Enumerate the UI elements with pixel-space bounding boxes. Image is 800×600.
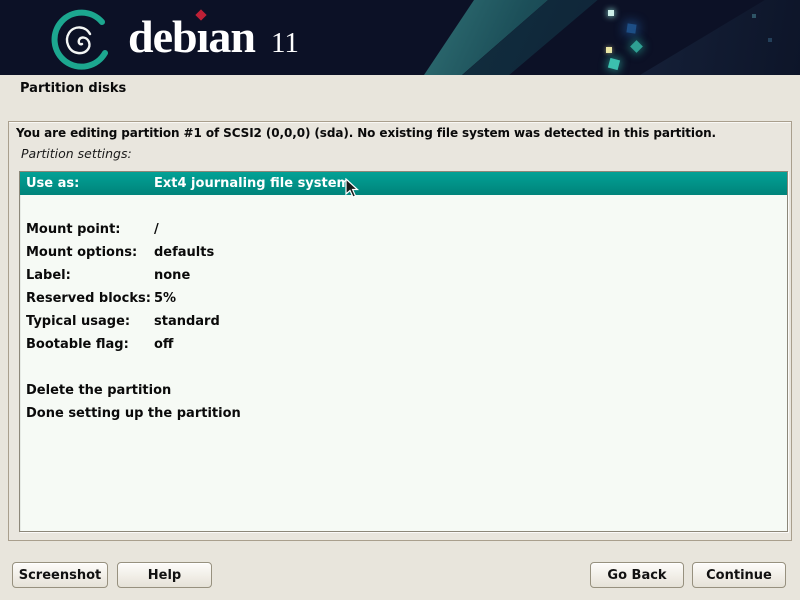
list-item[interactable]: Bootable flag:off [20, 333, 787, 356]
list-item[interactable]: Mount options:defaults [20, 241, 787, 264]
list-item[interactable]: Mount point:/ [20, 218, 787, 241]
setting-label: Delete the partition [20, 383, 154, 398]
settings-label: Partition settings: [21, 146, 132, 161]
brand-version: 11 [271, 27, 299, 59]
continue-button[interactable]: Continue [692, 562, 786, 588]
sparkle-icon [606, 47, 612, 53]
setting-value: none [154, 268, 787, 283]
partition-settings-list[interactable]: Use as:Ext4 journaling file system Mount … [19, 171, 788, 532]
setting-value: 5% [154, 291, 787, 306]
setting-label: Label: [20, 268, 154, 283]
list-item[interactable]: Done setting up the partition [20, 402, 787, 425]
brand-wordmark: debıan 11 [128, 8, 299, 66]
help-button[interactable]: Help [117, 562, 212, 588]
list-spacer-row [20, 356, 787, 379]
list-item[interactable]: Label:none [20, 264, 787, 287]
screenshot-button[interactable]: Screenshot [12, 562, 108, 588]
debian-swirl-icon [44, 6, 108, 70]
sparkle-icon [626, 23, 636, 33]
sparkle-icon [608, 10, 614, 16]
setting-value: defaults [154, 245, 787, 260]
list-item[interactable]: Delete the partition [20, 379, 787, 402]
setting-label: Bootable flag: [20, 337, 154, 352]
setting-label: Mount options: [20, 245, 154, 260]
setting-label: Use as: [20, 176, 154, 191]
setting-label: Mount point: [20, 222, 154, 237]
list-spacer-row [20, 195, 787, 218]
info-message: You are editing partition #1 of SCSI2 (0… [16, 126, 785, 140]
list-item[interactable]: Typical usage:standard [20, 310, 787, 333]
list-item[interactable]: Use as:Ext4 journaling file system [20, 172, 787, 195]
setting-label: Typical usage: [20, 314, 154, 329]
sparkle-icon [752, 14, 756, 18]
sparkle-icon [608, 58, 620, 70]
setting-value: Ext4 journaling file system [154, 176, 787, 191]
setting-value: / [154, 222, 787, 237]
brand-name: debıan [128, 11, 255, 62]
setting-label: Done setting up the partition [20, 406, 154, 421]
page-title: Partition disks [20, 81, 126, 96]
setting-value: off [154, 337, 787, 352]
content-panel: You are editing partition #1 of SCSI2 (0… [8, 121, 792, 541]
setting-label: Reserved blocks: [20, 291, 154, 306]
sparkle-icon [768, 38, 772, 42]
list-item[interactable]: Reserved blocks:5% [20, 287, 787, 310]
setting-value: standard [154, 314, 787, 329]
go-back-button[interactable]: Go Back [590, 562, 684, 588]
banner-diagonal-right [640, 0, 800, 75]
debian-banner: debıan 11 [0, 0, 800, 75]
sparkle-icon [630, 40, 643, 53]
